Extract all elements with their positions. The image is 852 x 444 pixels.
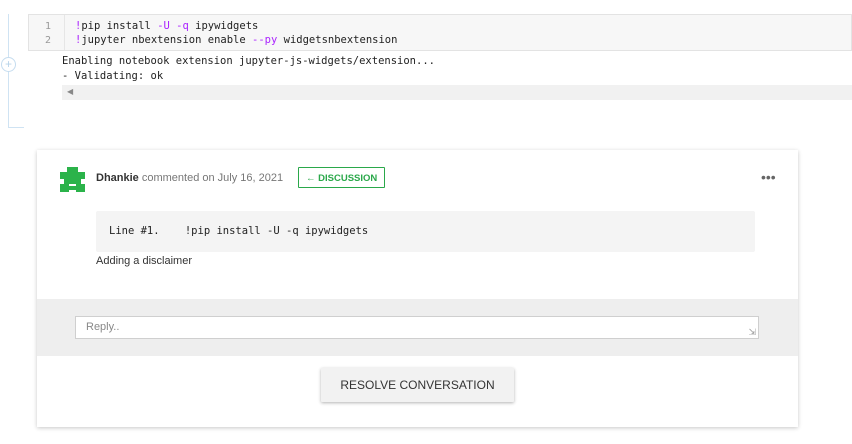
avatar	[60, 167, 85, 192]
output-line: - Validating: ok	[62, 70, 164, 82]
comment-meta: Dhankie commented on July 16, 2021	[96, 172, 283, 184]
comment-body: Adding a disclaimer	[96, 255, 192, 267]
flag-token: --py	[252, 34, 278, 46]
code-text: widgetsnbextension	[277, 34, 398, 46]
cell-output: Enabling notebook extension jupyter-js-w…	[62, 54, 435, 84]
line-number: 2	[44, 35, 51, 46]
caret-left-icon[interactable]: ◀	[67, 87, 73, 96]
comment-author[interactable]: Dhankie	[96, 172, 139, 184]
line-number-gutter: 1 2	[29, 15, 65, 50]
code-cell[interactable]: 1 2 !pip install -U -q ipywidgets !jupyt…	[28, 14, 852, 51]
output-line: Enabling notebook extension jupyter-js-w…	[62, 55, 435, 67]
reply-placeholder: Reply..	[86, 321, 120, 333]
reply-input[interactable]: Reply.. ⇲	[75, 316, 759, 339]
cell-rail-bottom	[8, 127, 24, 128]
flag-token: -U -q	[157, 20, 189, 32]
code-line: !jupyter nbextension enable --py widgets…	[75, 34, 397, 46]
discussion-tag[interactable]: ← DISCUSSION	[298, 167, 386, 188]
horizontal-scrollbar[interactable]: ◀	[62, 85, 852, 100]
comment-date: commented on July 16, 2021	[138, 172, 284, 184]
code-text: jupyter nbextension enable	[81, 34, 253, 46]
quoted-code: Line #1. !pip install -U -q ipywidgets	[96, 211, 755, 252]
resize-grip-icon[interactable]: ⇲	[748, 328, 756, 337]
code-line: !pip install -U -q ipywidgets	[75, 20, 258, 32]
comment-card: Dhankie commented on July 16, 2021 ← DIS…	[37, 150, 798, 427]
reply-section: Reply.. ⇲	[37, 299, 798, 356]
resolve-conversation-button[interactable]: RESOLVE CONVERSATION	[321, 368, 514, 402]
line-number: 1	[44, 21, 51, 32]
quoted-code-line: Line #1. !pip install -U -q ipywidgets	[109, 225, 369, 237]
code-text: pip install	[81, 20, 158, 32]
more-options-icon[interactable]: •••	[761, 170, 776, 184]
code-text: ipywidgets	[188, 20, 259, 32]
add-cell-icon[interactable]: +	[1, 57, 16, 72]
